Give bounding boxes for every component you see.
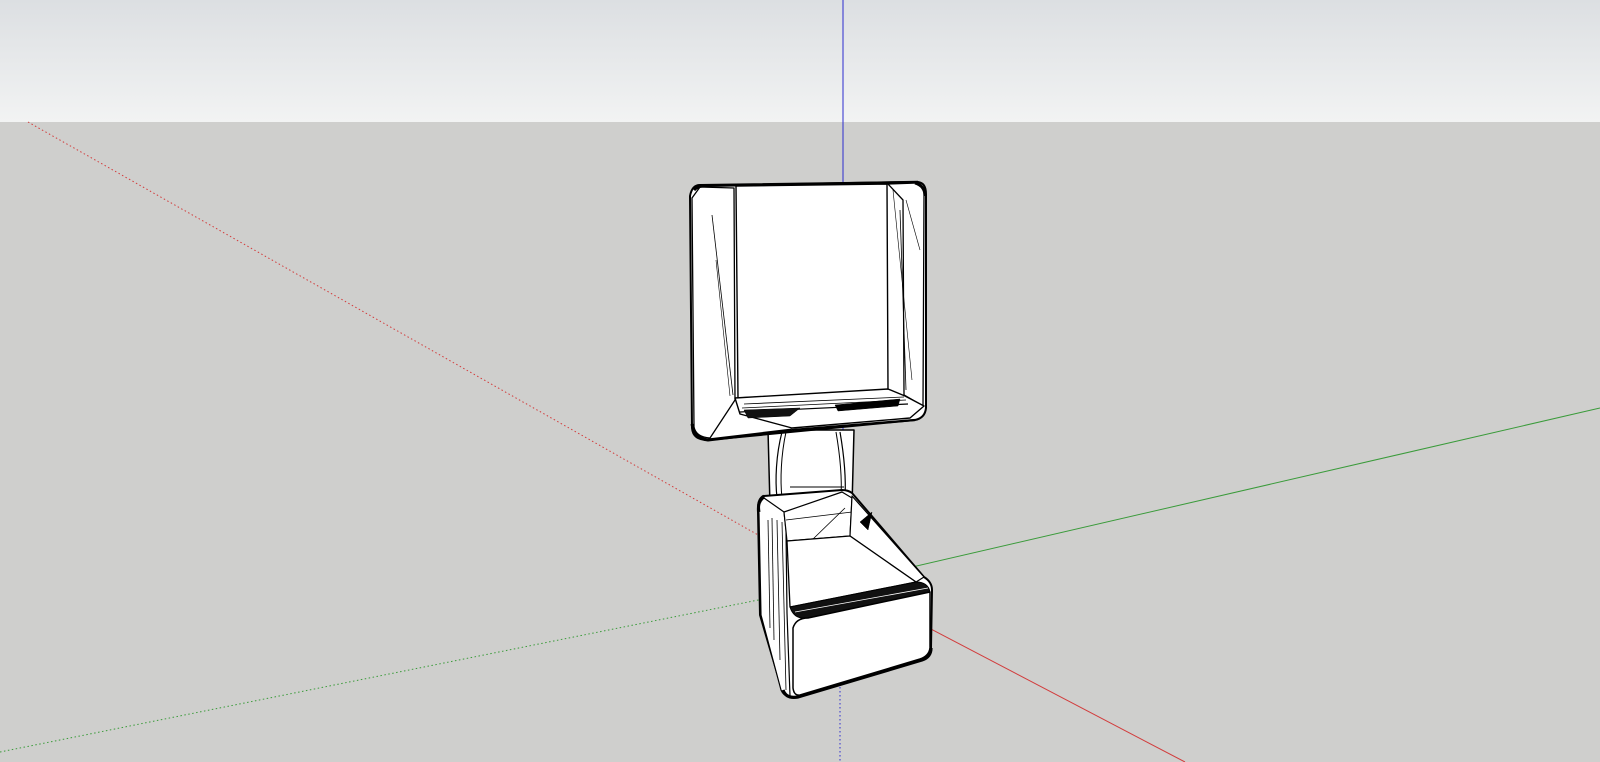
upper-frame[interactable] xyxy=(689,180,927,442)
viewport-canvas[interactable] xyxy=(0,0,1600,762)
modeling-viewport[interactable] xyxy=(0,0,1600,762)
sky xyxy=(0,0,1600,122)
